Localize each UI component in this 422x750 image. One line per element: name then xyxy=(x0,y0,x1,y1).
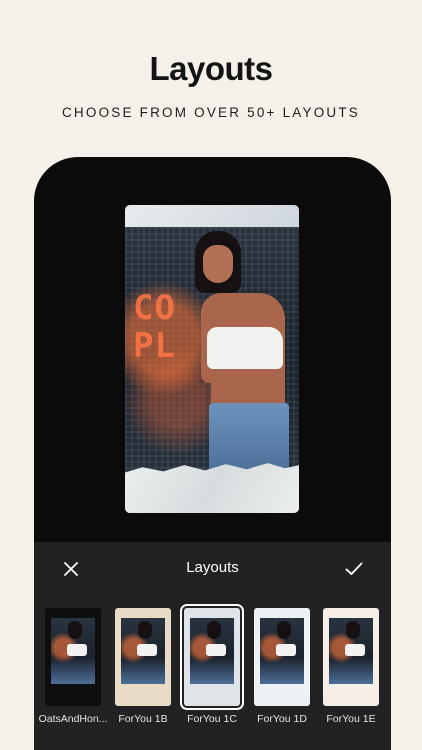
layout-thumb-foryou-1b[interactable]: ForYou 1B xyxy=(114,605,172,725)
layout-thumb-frame xyxy=(45,608,101,706)
subheadline: CHOOSE FROM OVER 50+ LAYOUTS xyxy=(61,105,361,120)
thumb-photo xyxy=(121,618,165,684)
layout-thumb-label: ForYou 1B xyxy=(118,713,168,725)
layout-thumb-label: ForYou 1C xyxy=(187,713,237,725)
thumb-photo xyxy=(190,618,234,684)
neon-sign: CO PL xyxy=(133,288,176,366)
layout-thumb-oatsandhoney[interactable]: OatsAndHon... xyxy=(39,605,107,725)
thumb-photo xyxy=(51,618,95,684)
layout-thumb-label: OatsAndHon... xyxy=(38,713,108,725)
preview-photo: CO PL xyxy=(125,227,299,475)
layout-thumb-foryou-1c[interactable]: ForYou 1C xyxy=(180,604,244,725)
layout-thumb-label: ForYou 1E xyxy=(326,713,376,725)
phone-screen: CO PL Layouts OatsAndHon... ForYou 1B Fo… xyxy=(34,157,391,750)
person-jeans xyxy=(209,403,289,475)
person-waist xyxy=(211,375,285,405)
layout-thumb-frame xyxy=(115,608,171,706)
layout-preview[interactable]: CO PL xyxy=(125,205,299,513)
layout-thumbnails: OatsAndHon... ForYou 1B ForYou 1C ForYou… xyxy=(39,604,390,725)
person-top xyxy=(207,327,283,369)
thumb-photo xyxy=(329,618,373,684)
headline: Layouts xyxy=(149,50,273,87)
layout-thumb-foryou-1e[interactable]: ForYou 1E xyxy=(322,605,380,725)
layout-thumb-frame xyxy=(323,608,379,706)
layout-thumb-frame xyxy=(180,604,244,710)
layout-thumb-frame xyxy=(254,608,310,706)
person-face xyxy=(203,245,233,283)
layouts-panel: Layouts OatsAndHon... ForYou 1B ForYou 1… xyxy=(34,542,391,750)
thumb-photo xyxy=(260,618,304,684)
layout-thumb-label: ForYou 1D xyxy=(257,713,307,725)
check-icon xyxy=(345,562,363,575)
panel-title: Layouts xyxy=(186,559,239,576)
confirm-button[interactable] xyxy=(341,556,367,582)
layout-thumb-foryou-1d[interactable]: ForYou 1D xyxy=(253,605,311,725)
